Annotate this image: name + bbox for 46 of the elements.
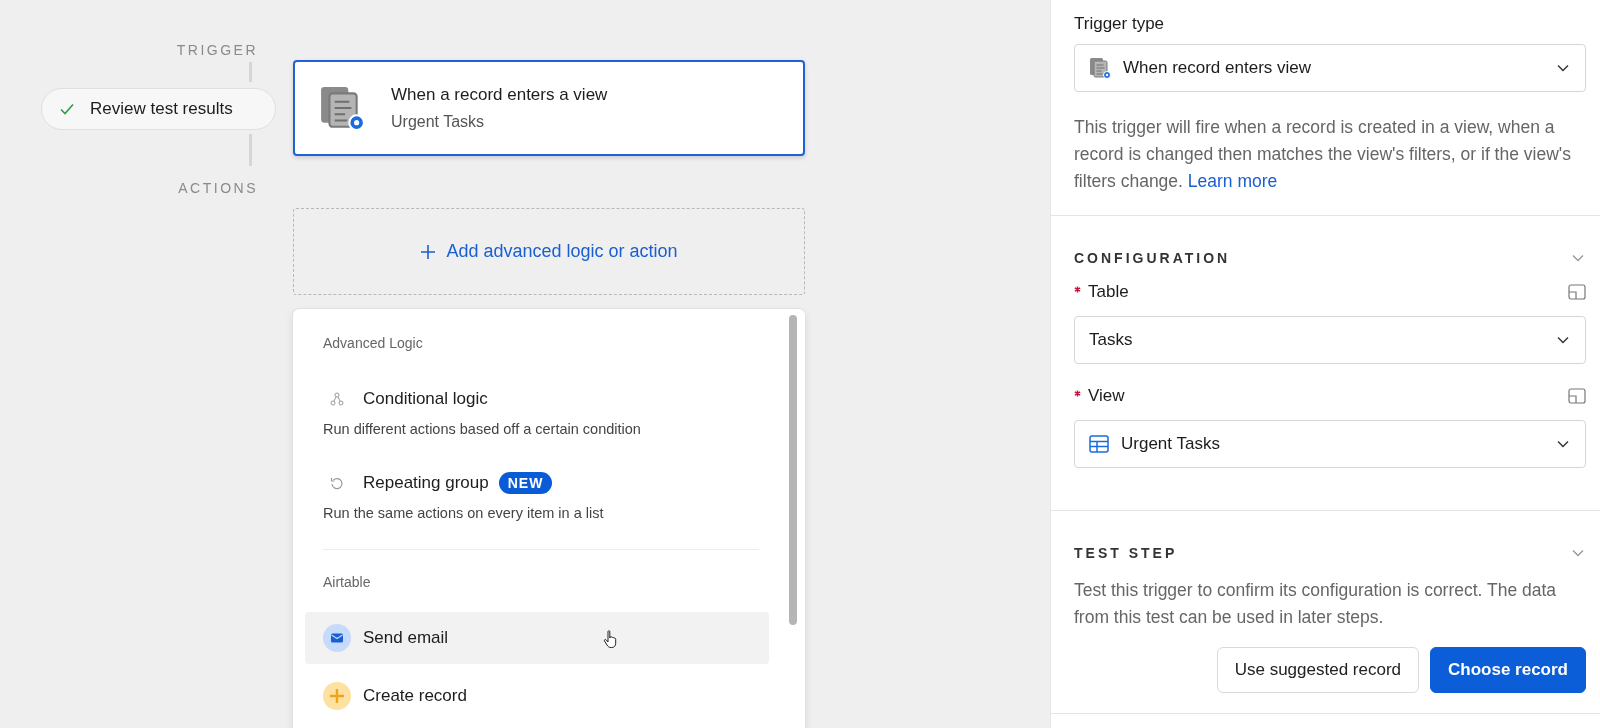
menu-item-description: Run the same actions on every item in a list bbox=[323, 505, 605, 521]
trigger-type-label: Trigger type bbox=[1074, 14, 1166, 34]
learn-more-link[interactable]: Learn more bbox=[1187, 171, 1278, 191]
expand-panel-icon[interactable] bbox=[1568, 284, 1586, 300]
menu-item[interactable]: Create record bbox=[305, 670, 769, 722]
record-eye-icon bbox=[319, 85, 365, 132]
configuration-heading: CONFIGURATION bbox=[1074, 250, 1231, 266]
menu-item-description: Run different actions based off a certain condition bbox=[323, 421, 642, 437]
required-asterisk-icon bbox=[1074, 285, 1081, 293]
field-label: View bbox=[1088, 386, 1125, 406]
pointer-cursor-icon bbox=[603, 629, 619, 649]
grid-icon bbox=[1089, 435, 1109, 453]
plus-icon bbox=[420, 243, 437, 260]
field-label: Table bbox=[1088, 282, 1129, 302]
test-step-description: Test this trigger to confirm its configuration is correct. The data from this test can be used in later steps. bbox=[1074, 579, 1558, 629]
menu-item[interactable]: Send email bbox=[305, 612, 769, 664]
table-dropdown[interactable]: Tasks bbox=[1074, 316, 1586, 364]
actions-section-label: ACTIONS bbox=[178, 180, 259, 196]
menu-item-title: Send email bbox=[363, 628, 449, 648]
test-step-heading: TEST STEP bbox=[1074, 545, 1178, 561]
scrollbar-thumb[interactable] bbox=[789, 315, 797, 625]
menu-item[interactable]: Repeating group NEW Run the same actions on every item in a list bbox=[305, 457, 769, 529]
menu-item[interactable]: Conditional logic Run different actions based off a certain condition bbox=[305, 373, 769, 445]
menu-section-heading: Airtable bbox=[322, 574, 372, 592]
menu-item-title: Create record bbox=[363, 686, 467, 706]
expand-panel-icon[interactable] bbox=[1568, 388, 1586, 404]
choose-record-button[interactable]: Choose record bbox=[1430, 647, 1586, 693]
check-icon bbox=[60, 103, 74, 115]
menu-item-title: Repeating group bbox=[363, 473, 489, 493]
review-test-results-button[interactable]: Review test results bbox=[41, 88, 276, 130]
menu-item-title: Conditional logic bbox=[363, 389, 488, 409]
trigger-type-dropdown[interactable]: When record enters view bbox=[1074, 44, 1586, 92]
trigger-card[interactable]: When a record enters a view Urgent Tasks bbox=[293, 60, 805, 157]
trigger-section-label: TRIGGER bbox=[176, 42, 259, 58]
menu-section-heading: Advanced Logic bbox=[322, 335, 424, 353]
trigger-view-name: Urgent Tasks bbox=[391, 113, 486, 132]
use-suggested-record-button[interactable]: Use suggested record bbox=[1216, 647, 1419, 693]
view-dropdown[interactable]: Urgent Tasks bbox=[1074, 420, 1586, 468]
new-badge: NEW bbox=[498, 472, 553, 494]
trigger-title: When a record enters a view bbox=[391, 85, 608, 106]
trigger-description: This trigger will fire when a record is created in a view, when a record is changed then matches the view's filters, or if the view's filters change. Learn more bbox=[1074, 116, 1572, 193]
record-eye-icon bbox=[1089, 57, 1111, 79]
required-asterisk-icon bbox=[1074, 389, 1081, 397]
envelope-icon bbox=[323, 624, 351, 652]
add-action-button[interactable]: Add advanced logic or action bbox=[293, 208, 805, 295]
plus-icon bbox=[323, 682, 351, 710]
